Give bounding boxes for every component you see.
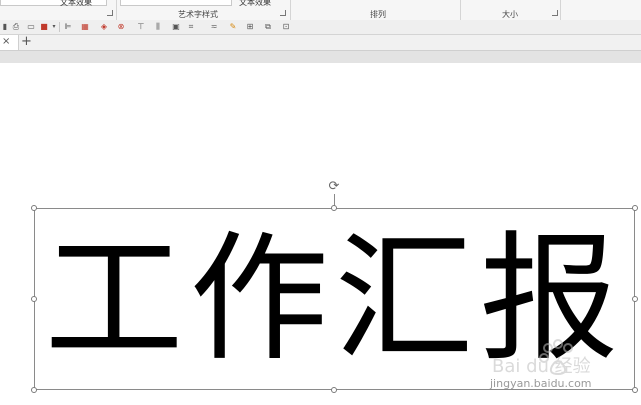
group-divider — [290, 0, 291, 20]
flip-icon[interactable]: ⊗ — [116, 22, 126, 32]
resize-handle-top-right[interactable] — [632, 205, 638, 211]
dialog-launcher-icon[interactable] — [280, 10, 286, 16]
print-icon[interactable]: ⎙ — [11, 22, 21, 32]
align-top-icon[interactable]: ⊤ — [136, 22, 146, 32]
chevron-down-icon[interactable]: ▾ — [49, 22, 59, 32]
resize-handle-right[interactable] — [632, 296, 638, 302]
document-tab-strip: × + — [0, 34, 641, 51]
rotate-handle-icon[interactable]: ⟳ — [327, 180, 341, 194]
group-label-wordart-styles: 艺术字样式 — [178, 10, 218, 19]
selection-pane-icon[interactable]: ⊡ — [281, 22, 291, 32]
text-effects-button-cutoff[interactable]: 文本效果 — [239, 0, 271, 8]
add-tab-icon[interactable]: + — [21, 34, 32, 49]
bring-forward-icon[interactable]: ⧉ — [263, 22, 273, 32]
group-label-arrange: 排列 — [370, 10, 386, 19]
resize-handle-bottom-left[interactable] — [31, 387, 37, 393]
watermark-url: jingyan.baidu.com — [490, 377, 592, 390]
toolbar-icon[interactable]: ▮ — [0, 22, 10, 32]
align-left-icon[interactable]: ⊫ — [63, 22, 73, 32]
toolbar-divider — [59, 22, 60, 32]
resize-handle-left[interactable] — [31, 296, 37, 302]
rotate-icon[interactable]: ◈ — [99, 22, 109, 32]
watermark-logo-text: Bai du 经验 — [492, 356, 591, 377]
dialog-launcher-icon[interactable] — [107, 10, 113, 16]
group-divider — [116, 0, 117, 20]
wordart-gallery-cutoff[interactable] — [120, 0, 232, 6]
group-divider — [560, 0, 561, 20]
resize-handle-top[interactable] — [331, 205, 337, 211]
ruler-band — [0, 51, 641, 63]
fill-color-icon[interactable]: ■ — [39, 22, 49, 32]
text-effects-label-cutoff[interactable]: 文本效果 — [60, 0, 92, 8]
resize-handle-bottom-right[interactable] — [632, 387, 638, 393]
align-center-icon[interactable]: ⊞ — [245, 22, 255, 32]
resize-handle-top-left[interactable] — [31, 205, 37, 211]
group-divider — [460, 0, 461, 20]
group-label-size: 大小 — [502, 10, 518, 19]
format-painter-icon[interactable]: ✎ — [228, 22, 238, 32]
quick-toolbar: ▮ ⎙ ▭ ■ ▾ ⊫ ▦ ◈ ⊗ ⊤ ⫼ ▣ ⌗ ≂ ✎ ⊞ ⧉ ⊡ — [0, 20, 641, 35]
distribute-icon[interactable]: ⫼ — [153, 22, 163, 32]
crop-icon[interactable]: ⌗ — [186, 22, 196, 32]
resize-handle-bottom[interactable] — [331, 387, 337, 393]
picture-icon[interactable]: ▣ — [171, 22, 181, 32]
ribbon: 文本效果 文本效果 艺术字样式 排列 大小 — [0, 0, 641, 21]
shape-icon[interactable]: ▭ — [26, 22, 36, 32]
text-wrap-icon[interactable]: ≂ — [209, 22, 219, 32]
document-tab[interactable]: × — [0, 35, 19, 50]
dialog-launcher-icon[interactable] — [552, 10, 558, 16]
close-icon[interactable]: × — [2, 36, 10, 47]
group-icon[interactable]: ▦ — [80, 22, 90, 32]
